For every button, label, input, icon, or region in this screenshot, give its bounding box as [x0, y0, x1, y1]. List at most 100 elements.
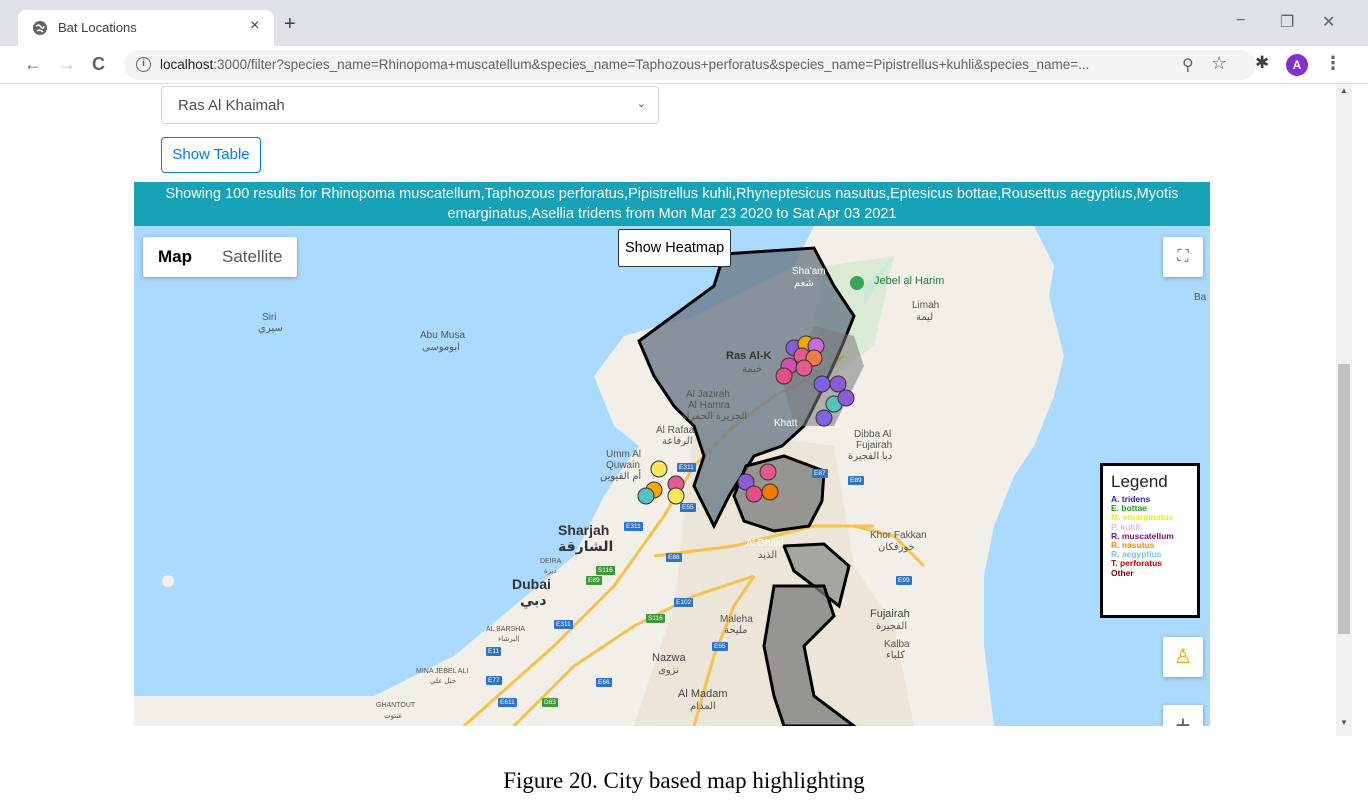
page-scrollbar[interactable]: ▲ ▼ [1336, 84, 1352, 736]
restore-icon[interactable]: ❐ [1280, 12, 1294, 32]
map-label-kalba-ar: كلباء [886, 650, 905, 661]
map-label-umm-al-quwain: Umm Al [606, 449, 641, 460]
map-label-dibba-2: Fujairah [856, 440, 893, 451]
legend: Legend A. tridens E. bottae M. emarginat… [1100, 463, 1200, 618]
map[interactable]: Jebel al Harim Sha'am شعم Limah ليمة Sir… [134, 226, 1210, 726]
map-label-ghantout: GHANTOUT [376, 702, 416, 709]
minimize-icon[interactable]: − [1236, 12, 1245, 30]
road-shield: E66 [596, 678, 612, 687]
scroll-down-icon[interactable]: ▼ [1340, 718, 1348, 727]
tab-title: Bat Locations [58, 20, 137, 35]
map-type-map-button[interactable]: Map [143, 237, 207, 277]
road-shield: E89 [586, 576, 602, 585]
map-label-dubai-ar: دبي [520, 592, 547, 608]
reload-icon[interactable]: C [92, 54, 105, 74]
map-label-dibba: Dibba Al [854, 429, 892, 440]
map-label-abu-musa: Abu Musa [420, 330, 466, 341]
map-label-nazwa-ar: نزوى [658, 665, 679, 676]
bookmark-star-icon[interactable]: ☆ [1211, 53, 1227, 74]
map-label-mina-jebel-ali-ar: جبل علي [430, 678, 457, 685]
show-heatmap-button[interactable]: Show Heatmap [618, 229, 732, 267]
poi-pin-icon[interactable] [850, 276, 864, 290]
island [162, 575, 174, 587]
profile-avatar[interactable]: A [1286, 54, 1308, 76]
map-label-nazwa: Nazwa [652, 652, 686, 664]
map-label-ghantout-ar: غنتوت [384, 713, 403, 720]
map-canvas[interactable] [134, 226, 1210, 726]
zoom-in-button[interactable]: + [1163, 705, 1203, 726]
map-label-al-dhaid-ar: الذيد [758, 550, 778, 561]
road-shield: E55 [712, 642, 728, 651]
zoom-icon[interactable]: ⚲ [1182, 55, 1194, 75]
url-host: localhost [160, 57, 214, 72]
map-label-shaam-ar: شعم [794, 278, 814, 289]
map-label-mina-jebel-ali: MINA JEBEL ALI [416, 668, 469, 675]
new-tab-button[interactable]: + [284, 14, 296, 34]
map-type-control: Map Satellite [143, 237, 298, 277]
show-table-button[interactable]: Show Table [161, 137, 261, 173]
tab-close-icon[interactable]: × [250, 17, 259, 35]
extensions-puzzle-icon[interactable]: ✱ [1255, 53, 1269, 73]
map-label-al-jazirah: Al Jazirah [686, 389, 730, 400]
road-shield: S116 [646, 614, 665, 623]
map-label-deira: DEIRA [540, 558, 562, 565]
road-shield: E99 [896, 576, 912, 585]
forward-icon[interactable]: → [58, 54, 76, 74]
road-shield: E87 [812, 469, 828, 478]
map-label-al-rafaa: Al Rafaa [656, 425, 695, 436]
map-label-ras-al-khaimah-ar: خيمة [742, 364, 763, 375]
back-icon[interactable]: ← [24, 54, 42, 74]
browser-window: Bat Locations × + − ❐ ✕ ← → C i localhos… [0, 0, 1368, 736]
scroll-up-icon[interactable]: ▲ [1340, 86, 1348, 95]
legend-item: Other [1111, 567, 1134, 578]
close-window-icon[interactable]: ✕ [1322, 12, 1335, 32]
map-label-al-barsha: AL BARSHA [486, 626, 526, 633]
browser-menu-icon[interactable]: ⋮ [1324, 53, 1342, 74]
legend-title: Legend [1111, 472, 1168, 491]
road-shield: E611 [498, 698, 517, 707]
map-type-satellite-button[interactable]: Satellite [207, 237, 297, 277]
street-view-pegman-icon[interactable]: ♙ [1163, 637, 1203, 677]
road-shield: E88 [666, 553, 682, 562]
figure-caption: Figure 20. City based map highlighting [503, 768, 865, 793]
browser-toolbar: ← → C i localhost:3000/filter?species_na… [0, 46, 1368, 84]
road-shield: E311 [624, 522, 643, 531]
road-shield: E311 [677, 463, 696, 472]
info-icon[interactable]: i [136, 57, 151, 72]
address-bar[interactable]: i localhost:3000/filter?species_name=Rhi… [124, 50, 1256, 80]
map-label-abu-musa-ar: ابوموسى [422, 342, 460, 353]
map-label-kalba: Kalba [884, 639, 910, 650]
map-label-al-dhaid: Al Dhaid [746, 538, 784, 549]
tab-bat-locations[interactable]: Bat Locations × [18, 10, 274, 46]
map-label-sharjah: Sharjah [558, 522, 610, 538]
results-banner-line2: emarginatus,Asellia tridens from Mon Mar… [447, 206, 897, 222]
road-shield: E89 [848, 476, 864, 485]
map-label-sirri-ar: سيري [258, 323, 283, 334]
road-shield: E55 [680, 503, 696, 512]
road-shield: E11 [486, 647, 502, 656]
map-label-al-barsha-ar: البرشاء [498, 636, 520, 643]
map-label-deira-ar: ديرة [544, 568, 557, 575]
map-label-fujairah-ar: الفجيرة [876, 621, 908, 632]
url-text[interactable]: localhost:3000/filter?species_name=Rhino… [160, 57, 1170, 72]
map-label-khatt: Khatt [774, 418, 798, 429]
map-label-maleha: Maleha [720, 614, 753, 625]
map-label-ras-al-khaimah: Ras Al-K [726, 350, 772, 362]
city-select[interactable]: Ras Al Khaimah ⌄ [161, 86, 659, 124]
page-content: Ras Al Khaimah ⌄ Show Table Showing 100 … [0, 84, 1336, 736]
road-shield: S116 [596, 566, 615, 575]
road-shield: D63 [542, 698, 558, 707]
road-shield: E311 [554, 620, 573, 629]
fullscreen-icon[interactable]: ⛶ [1163, 237, 1203, 277]
map-label-khor-fakkan-ar: خورفكان [878, 542, 915, 553]
map-label-al-hamra-ar: الجزيرة الحمراء [682, 411, 748, 422]
map-label-sirri: Siri [262, 312, 277, 323]
map-label-umm-al-quwain-2: Quwain [606, 460, 640, 471]
city-select-value: Ras Al Khaimah [178, 97, 285, 114]
map-label-maleha-ar: مليحة [724, 625, 748, 636]
map-label-al-madam-ar: المدام [690, 701, 716, 712]
scrollbar-thumb[interactable] [1338, 364, 1350, 634]
results-banner-line1: Showing 100 results for Rhinopoma muscat… [165, 186, 1179, 202]
map-label-al-hamra: Al Hamra [688, 400, 730, 411]
map-label-bay: Ba [1194, 292, 1207, 303]
